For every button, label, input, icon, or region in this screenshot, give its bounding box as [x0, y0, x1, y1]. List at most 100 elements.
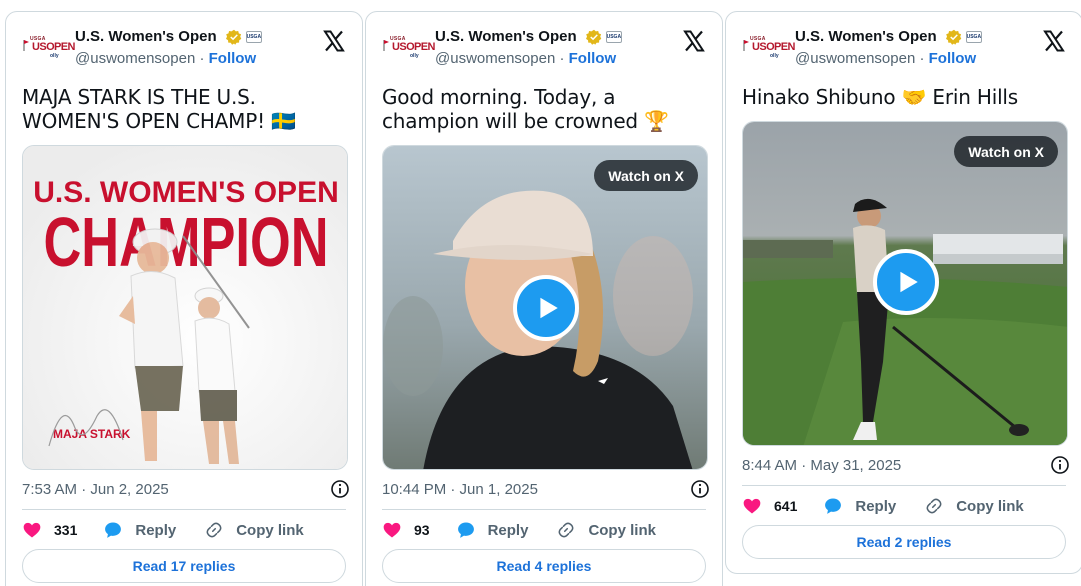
timestamp[interactable]: 10:44 PM · Jun 1, 2025 [382, 481, 538, 498]
play-button[interactable] [513, 275, 579, 341]
tweet-header: USGA USOPEN olly U.S. Women's Open USGA … [22, 28, 346, 72]
divider [382, 509, 706, 510]
logo-text-sub: olly [410, 53, 419, 59]
separator-dot: · [559, 50, 565, 67]
action-bar: 331 Reply Copy link [22, 518, 346, 542]
tweet-card: USGA USOPEN olly U.S. Women's Open USGA … [725, 11, 1081, 574]
like-button[interactable]: 641 [742, 496, 797, 516]
account-name[interactable]: U.S. Women's Open [435, 28, 577, 45]
reply-label: Reply [855, 497, 897, 515]
copy-link-label: Copy link [236, 521, 304, 539]
reply-label: Reply [487, 521, 529, 539]
handle-row: @uswomensopen · Follow [795, 50, 976, 67]
copy-link-button[interactable]: Copy link [204, 520, 304, 540]
read-replies-button[interactable]: Read 17 replies [22, 549, 346, 583]
tweet-video[interactable]: Watch on X [382, 145, 708, 470]
affiliate-badge-icon: USGA [245, 31, 262, 44]
x-logo-icon[interactable] [682, 29, 706, 53]
copy-link-label: Copy link [588, 521, 656, 539]
action-bar: 641 Reply Copy link [742, 494, 1066, 518]
action-bar: 93 Reply Copy link [382, 518, 706, 542]
reply-button[interactable]: Reply [823, 496, 896, 516]
x-logo-icon[interactable] [1042, 29, 1066, 53]
account-name-row[interactable]: U.S. Women's Open USGA [435, 28, 622, 45]
read-replies-button[interactable]: Read 4 replies [382, 549, 706, 583]
champion-graphic: U.S. WOMEN'S OPEN CHAMPION MAJA STARK [23, 146, 347, 469]
account-handle[interactable]: @uswomensopen [795, 50, 915, 67]
verified-badge-icon [225, 29, 242, 45]
reply-bubble-icon [105, 522, 122, 538]
like-count: 331 [54, 522, 78, 538]
flag-icon [383, 40, 389, 51]
divider [22, 509, 346, 510]
account-name-row[interactable]: U.S. Women's Open USGA [75, 28, 262, 45]
tweet-text: Hinako Shibuno 🤝 Erin Hills [742, 85, 1018, 109]
heart-icon [23, 522, 41, 538]
media-headline-big: CHAMPION [44, 203, 329, 281]
flag-icon [23, 40, 29, 51]
timestamp[interactable]: 8:44 AM · May 31, 2025 [742, 457, 901, 474]
account-avatar[interactable]: USGA USOPEN olly [382, 36, 435, 64]
link-icon [206, 522, 222, 538]
account-name-row[interactable]: U.S. Women's Open USGA [795, 28, 982, 45]
like-button[interactable]: 93 [382, 520, 430, 540]
account-avatar[interactable]: USGA USOPEN olly [742, 36, 795, 64]
reply-button[interactable]: Reply [456, 520, 529, 540]
like-button[interactable]: 331 [22, 520, 77, 540]
tweet-meta: 8:44 AM · May 31, 2025 [742, 455, 1070, 475]
tweet-header: USGA USOPEN olly U.S. Women's Open USGA … [742, 28, 1066, 72]
logo-text-sub: olly [770, 53, 779, 59]
follow-button[interactable]: Follow [929, 50, 977, 67]
copy-link-button[interactable]: Copy link [924, 496, 1024, 516]
logo-text: USOPEN [32, 41, 75, 53]
reply-button[interactable]: Reply [103, 520, 176, 540]
tweet-meta: 10:44 PM · Jun 1, 2025 [382, 479, 710, 499]
handle-row: @uswomensopen · Follow [75, 50, 256, 67]
play-icon [900, 271, 918, 293]
tweet-image[interactable]: U.S. WOMEN'S OPEN CHAMPION MAJA STARK [22, 145, 348, 470]
link-icon [926, 498, 942, 514]
info-icon[interactable] [330, 479, 350, 499]
like-count: 641 [774, 498, 798, 514]
affiliate-badge-icon: USGA [965, 31, 982, 44]
account-avatar[interactable]: USGA USOPEN olly [22, 36, 75, 64]
copy-link-label: Copy link [956, 497, 1024, 515]
account-name[interactable]: U.S. Women's Open [75, 28, 217, 45]
tweet-text: Good morning. Today, a champion will be … [382, 85, 669, 133]
verified-badge-icon [585, 29, 602, 45]
logo-text-sub: olly [50, 53, 59, 59]
tweet-video[interactable]: Watch on X [742, 121, 1068, 446]
reply-bubble-icon [457, 522, 474, 538]
account-handle[interactable]: @uswomensopen [435, 50, 555, 67]
x-logo-icon[interactable] [322, 29, 346, 53]
affiliate-badge-icon: USGA [605, 31, 622, 44]
verified-badge-icon [945, 29, 962, 45]
reply-bubble-icon [825, 498, 842, 514]
flag-icon [743, 40, 749, 51]
logo-text: USOPEN [752, 41, 795, 53]
heart-icon [743, 498, 761, 514]
play-button[interactable] [873, 249, 939, 315]
play-icon [540, 297, 558, 319]
copy-link-button[interactable]: Copy link [556, 520, 656, 540]
watch-on-x-button[interactable]: Watch on X [954, 136, 1058, 167]
tweet-meta: 7:53 AM · Jun 2, 2025 [22, 479, 350, 499]
read-replies-button[interactable]: Read 2 replies [742, 525, 1066, 559]
divider [742, 485, 1066, 486]
account-handle[interactable]: @uswomensopen [75, 50, 195, 67]
separator-dot: · [199, 50, 205, 67]
heart-icon [383, 522, 401, 538]
tweet-card: USGA USOPEN olly U.S. Women's Open USGA … [365, 11, 723, 586]
info-icon[interactable] [690, 479, 710, 499]
tweet-header: USGA USOPEN olly U.S. Women's Open USGA … [382, 28, 706, 72]
account-name[interactable]: U.S. Women's Open [795, 28, 937, 45]
timestamp[interactable]: 7:53 AM · Jun 2, 2025 [22, 481, 169, 498]
info-icon[interactable] [1050, 455, 1070, 475]
follow-button[interactable]: Follow [569, 50, 617, 67]
tweet-text: MAJA STARK IS THE U.S. WOMEN'S OPEN CHAM… [22, 85, 296, 133]
link-icon [558, 522, 574, 538]
tweet-card: USGA USOPEN olly U.S. Women's Open USGA … [5, 11, 363, 586]
watch-on-x-button[interactable]: Watch on X [594, 160, 698, 191]
separator-dot: · [919, 50, 925, 67]
follow-button[interactable]: Follow [209, 50, 257, 67]
